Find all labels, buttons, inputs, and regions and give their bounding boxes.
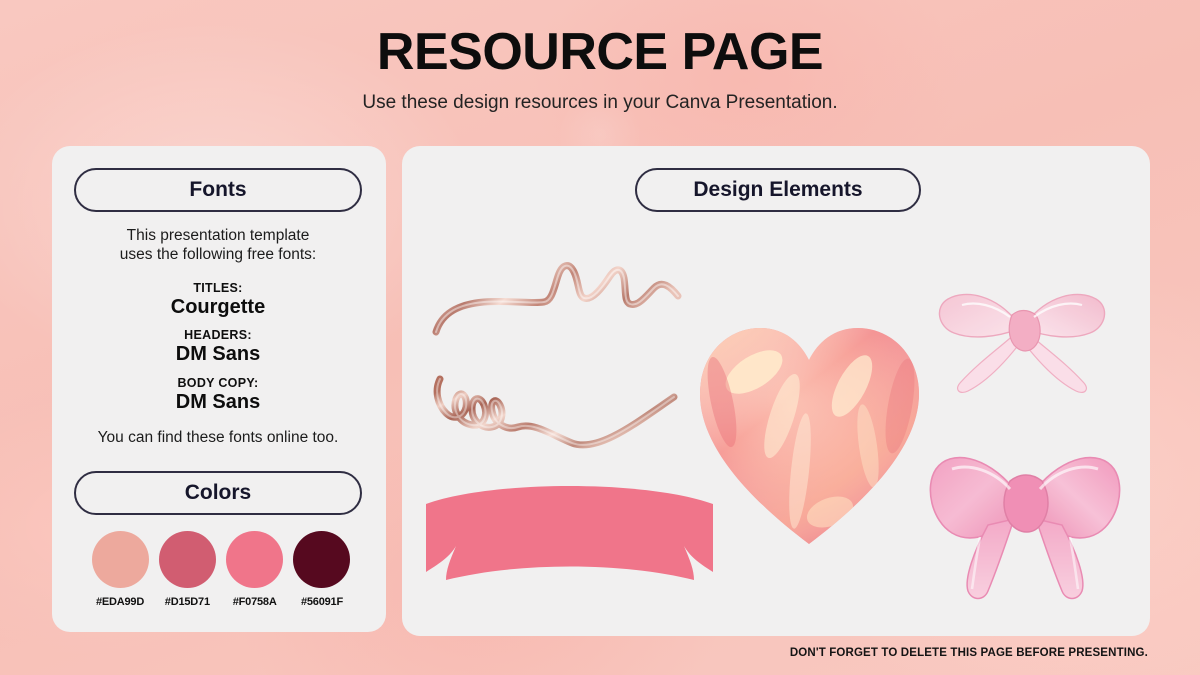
fonts-and-colors-panel: Fonts This presentation template uses th… (52, 146, 386, 632)
font-name-value: DM Sans (175, 343, 261, 365)
delete-page-reminder: DON'T FORGET TO DELETE THIS PAGE BEFORE … (789, 647, 1148, 659)
glossy-heart-icon (692, 306, 927, 551)
sheer-ribbon-bow-small-icon (922, 271, 1122, 401)
fonts-intro-line-2: uses the following free fonts: (119, 246, 317, 264)
font-role-label: TITLES: (193, 281, 243, 295)
curly-ribbon-streamer-1-icon (426, 246, 691, 361)
font-role-label: BODY COPY: (177, 376, 259, 390)
color-swatch-hex: #F0758A (232, 596, 277, 608)
colors-section-heading: Colors (74, 471, 362, 515)
fonts-section-heading: Fonts (74, 168, 362, 212)
page-title: RESOURCE PAGE (376, 23, 824, 81)
font-name-value: DM Sans (175, 391, 261, 413)
color-swatch: #56091F (292, 531, 352, 608)
color-swatch-circle (293, 531, 351, 588)
pink-banner-ribbon-icon (422, 476, 717, 601)
fonts-intro-text: This presentation template uses the foll… (74, 226, 362, 265)
slide-canvas: RESOURCE PAGE Use these design resources… (0, 0, 1200, 675)
page-subtitle: Use these design resources in your Canva… (362, 92, 838, 113)
color-swatch-list: #EDA99D #D15D71 #F0758A #56091F (90, 531, 352, 608)
color-swatch: #F0758A (225, 531, 285, 608)
font-group-body-copy: BODY COPY: DM Sans (74, 376, 362, 414)
color-swatch-circle (226, 531, 284, 588)
color-swatch-circle (158, 531, 216, 588)
color-swatch: #D15D71 (157, 531, 217, 608)
color-swatch-hex: #EDA99D (95, 596, 145, 608)
font-group-headers: HEADERS: DM Sans (74, 328, 362, 366)
color-swatch-hex: #56091F (300, 596, 343, 608)
font-name-value: Courgette (170, 296, 266, 318)
fonts-intro-line-1: This presentation template (126, 227, 310, 244)
fonts-outro-text: You can find these fonts online too. (97, 429, 339, 446)
design-elements-panel: Design Elements (402, 146, 1150, 636)
font-role-label: HEADERS: (184, 328, 252, 342)
color-swatch: #EDA99D (90, 531, 150, 608)
design-elements-heading: Design Elements (635, 168, 921, 212)
pink-ribbon-bow-large-icon (922, 411, 1132, 611)
color-swatch-circle (91, 531, 149, 588)
color-swatch-hex: #D15D71 (164, 596, 210, 608)
font-group-titles: TITLES: Courgette (74, 281, 362, 319)
curly-ribbon-streamer-2-icon (426, 361, 691, 471)
